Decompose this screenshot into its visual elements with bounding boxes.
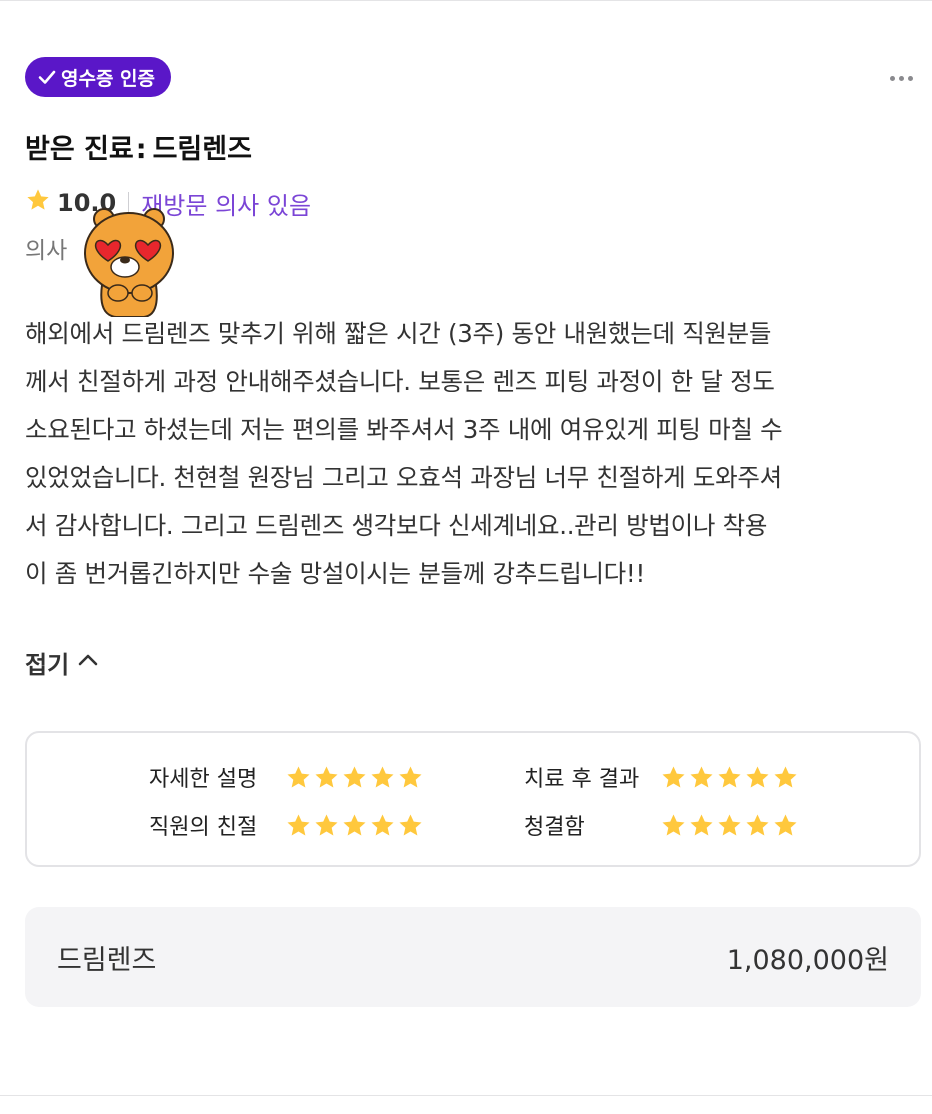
- score-label: 치료 후 결과: [524, 767, 640, 792]
- star-icon: [25, 187, 51, 219]
- review-line: 서 감사합니다. 그리고 드림렌즈 생각보다 신세계네요..관리 방법이나 착용: [25, 511, 768, 540]
- star-filled-icon: [343, 765, 366, 788]
- star-rating: [660, 812, 799, 839]
- receipt-verified-badge: 영수증 인증: [25, 57, 172, 97]
- star-filled-icon: [287, 765, 310, 788]
- star-filled-icon: [315, 813, 338, 836]
- star-filled-icon: [746, 813, 769, 836]
- star-filled-icon: [315, 765, 338, 788]
- review-line: 있었었습니다. 천현철 원장님 그리고 오효석 과장님 너무 친절하게 도와주셔: [25, 463, 782, 492]
- score-item: 청결함: [524, 809, 799, 841]
- star-filled-icon: [662, 813, 685, 836]
- star-filled-icon: [399, 765, 422, 788]
- check-icon: [37, 67, 57, 87]
- treatment-name: 드림렌즈: [152, 134, 252, 165]
- score-item: 직원의 친절: [149, 809, 424, 841]
- star-filled-icon: [718, 765, 741, 788]
- score-label: 자세한 설명: [149, 767, 258, 792]
- star-filled-icon: [690, 765, 713, 788]
- star-filled-icon: [718, 813, 741, 836]
- star-filled-icon: [371, 813, 394, 836]
- treatment-title: 받은 진료: 드림렌즈: [25, 127, 252, 166]
- star-filled-icon: [343, 813, 366, 836]
- review-body: 해외에서 드림렌즈 맞추기 위해 짧은 시간 (3주) 동안 내원했는데 직원분…: [25, 310, 925, 598]
- review-line: 이 좀 번거롭긴하지만 수술 망설이시는 분들께 강추드립니다!!: [25, 559, 645, 588]
- bottom-divider: [0, 1095, 932, 1096]
- price-item-name: 드림렌즈: [57, 944, 157, 976]
- star-filled-icon: [690, 813, 713, 836]
- review-card: 영수증 인증 받은 진료: 드림렌즈 10.0 재방문 의사 있음 의사 해외에…: [0, 0, 932, 1114]
- title-separator: :: [135, 134, 147, 165]
- score-label: 직원의 친절: [149, 815, 258, 840]
- star-filled-icon: [774, 813, 797, 836]
- detailed-scores: 자세한 설명 치료 후 결과 직원의 친절 청결함: [25, 731, 921, 867]
- price-summary: 드림렌즈 1,080,000원: [25, 907, 921, 1007]
- star-filled-icon: [746, 765, 769, 788]
- star-filled-icon: [774, 765, 797, 788]
- price-amount: 1,080,000원: [726, 944, 889, 976]
- chevron-up-icon: [77, 649, 99, 677]
- star-filled-icon: [399, 813, 422, 836]
- review-line: 해외에서 드림렌즈 맞추기 위해 짧은 시간 (3주) 동안 내원했는데 직원분…: [25, 319, 772, 348]
- score-item: 치료 후 결과: [524, 761, 799, 793]
- star-filled-icon: [662, 765, 685, 788]
- score-item: 자세한 설명: [149, 761, 424, 793]
- collapse-button[interactable]: 접기: [25, 645, 99, 680]
- heart-eyes-lion-sticker-icon: [80, 205, 178, 318]
- treatment-prefix: 받은 진료: [25, 134, 134, 165]
- review-line: 소요된다고 하셨는데 저는 편의를 봐주셔서 3주 내에 여유있게 피팅 마칠 …: [25, 415, 783, 444]
- score-label: 청결함: [524, 815, 585, 840]
- collapse-label: 접기: [25, 651, 70, 679]
- badge-label: 영수증 인증: [61, 67, 156, 90]
- star-filled-icon: [287, 813, 310, 836]
- doctor-label: 의사: [25, 238, 68, 264]
- star-rating: [285, 764, 424, 791]
- star-rating: [660, 764, 799, 791]
- star-rating: [285, 812, 424, 839]
- more-horizontal-icon[interactable]: [884, 63, 918, 93]
- star-filled-icon: [371, 765, 394, 788]
- review-line: 께서 친절하게 과정 안내해주셨습니다. 보통은 렌즈 피팅 과정이 한 달 정…: [25, 367, 775, 396]
